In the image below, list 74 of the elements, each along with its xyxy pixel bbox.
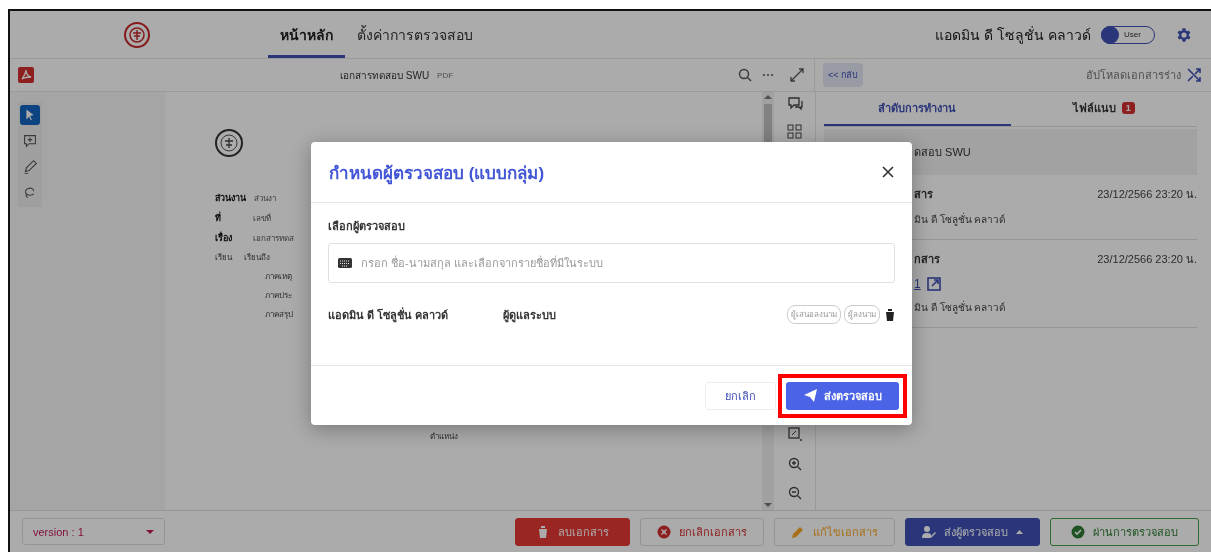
timeline-user: มิน ดี โซลูชั่น คลาวด์ xyxy=(914,300,1007,315)
cancel-circle-icon xyxy=(657,524,671,539)
panel-tab[interactable]: ลำดับการทำงาน xyxy=(824,92,1011,126)
upload-draft-label: อัปโหลดเอกสารร่าง xyxy=(1086,68,1181,83)
close-button[interactable] xyxy=(882,166,894,178)
nav-tab[interactable]: หน้าหลัก xyxy=(268,11,345,58)
document-title: เอกสารทดสอบ SWU xyxy=(340,68,430,83)
document-name: ดสอบ SWU xyxy=(914,145,971,160)
seal-logo-icon xyxy=(124,21,150,48)
timeline-user: มิน ดี โซลูชั่น คลาวด์ xyxy=(914,212,1007,227)
version-select[interactable]: version : 1 xyxy=(22,518,165,545)
nav-tab[interactable]: ตั้งค่าการตรวจสอบ xyxy=(345,11,485,58)
back-button[interactable]: << กลับ xyxy=(823,63,863,87)
caret-up-icon xyxy=(1016,529,1023,534)
trash-icon xyxy=(536,524,550,539)
field-label: ที่ xyxy=(215,211,222,225)
salutation-text: เรียนถึง xyxy=(244,252,270,264)
keyboard-icon xyxy=(338,258,352,268)
search-icon[interactable] xyxy=(738,68,752,82)
timeline-title: สาร xyxy=(914,187,933,202)
reviewer-name: แอดมิน ดี โซลูชั่น คลาวด์ xyxy=(328,306,450,324)
panel-tab[interactable]: ไฟล์แนบ 1 xyxy=(1010,92,1197,126)
close-icon xyxy=(882,166,894,178)
version-link[interactable]: 1 xyxy=(914,277,921,291)
field-value: ส่วนงา xyxy=(254,193,276,205)
action-button[interactable]: ผ่านการตรวจสอบ xyxy=(1050,517,1199,546)
settings-icon[interactable] xyxy=(1175,25,1193,44)
external-link-icon[interactable] xyxy=(926,277,941,291)
reviewer-role: ผู้ดูแลระบบ xyxy=(503,307,557,324)
pencil-icon xyxy=(791,524,805,539)
section-heading: ภาคเหตุ xyxy=(265,271,292,283)
pdf-file-icon xyxy=(18,67,34,83)
timeline-time: 23/12/2566 23:20 น. xyxy=(1097,252,1197,267)
cancel-button[interactable]: ยกเลิก xyxy=(705,381,776,410)
section-heading: ภาคประ xyxy=(265,290,292,302)
zoom-in-icon[interactable] xyxy=(787,457,802,471)
action-button[interactable]: ลบเอกสาร xyxy=(515,517,630,546)
send-icon xyxy=(803,389,817,402)
comment-add-icon xyxy=(21,132,39,150)
field-value: เอกสารทดส xyxy=(253,233,294,245)
role-chip[interactable]: ผู้เสนอลงนาม xyxy=(787,305,841,324)
zoom-out-icon[interactable] xyxy=(787,486,802,500)
role-chip[interactable]: ผู้ลงนาม xyxy=(844,305,880,324)
user-name: แอดมิน ดี โซลูชั่น คลาวด์ xyxy=(935,25,1091,46)
field-label: ส่วนงาน xyxy=(215,192,246,205)
shuffle-icon[interactable] xyxy=(1187,67,1201,83)
timeline-time: 23/12/2566 23:20 น. xyxy=(1097,187,1197,202)
more-icon[interactable] xyxy=(762,73,774,77)
tool-button[interactable] xyxy=(20,105,40,125)
salutation-label: เรียน xyxy=(215,252,232,264)
caret-icon xyxy=(146,529,154,534)
user-edit-icon xyxy=(922,524,936,539)
submit-button[interactable]: ส่งตรวจสอบ xyxy=(786,381,899,410)
check-circle-icon xyxy=(1071,524,1085,539)
count-badge: 1 xyxy=(1121,102,1135,114)
field-label: เรื่อง xyxy=(215,231,233,245)
action-button[interactable]: ส่งผู้ตรวจสอบ xyxy=(905,517,1040,546)
timeline-title: กสาร xyxy=(914,252,940,267)
field-label: เลือกผู้ตรวจสอบ xyxy=(328,219,406,235)
seal-icon xyxy=(215,129,243,157)
action-button[interactable]: ยกเลิกเอกสาร xyxy=(640,517,764,546)
trash-icon[interactable] xyxy=(885,308,895,321)
reviewer-search-field[interactable]: กรอก ชื่อ-นามสกุล และเลือกจากรายชื่อที่มีในระบบ xyxy=(328,243,895,283)
comments-icon[interactable] xyxy=(786,96,803,112)
section-heading: ภาคสรุป xyxy=(265,309,293,321)
scroll-down-icon xyxy=(764,502,772,508)
grid-icon[interactable] xyxy=(787,124,802,139)
dialog-title: กำหนดผู้ตรวจสอบ (แบบกลุ่ม) xyxy=(329,162,545,186)
signature-caption: ตำแหน่ง xyxy=(430,431,458,443)
expand-icon[interactable] xyxy=(790,68,804,82)
file-type: PDF xyxy=(437,70,454,80)
scroll-up-icon xyxy=(764,94,772,100)
crop-icon[interactable] xyxy=(786,426,803,442)
field-value: เลขที่ xyxy=(253,212,271,225)
